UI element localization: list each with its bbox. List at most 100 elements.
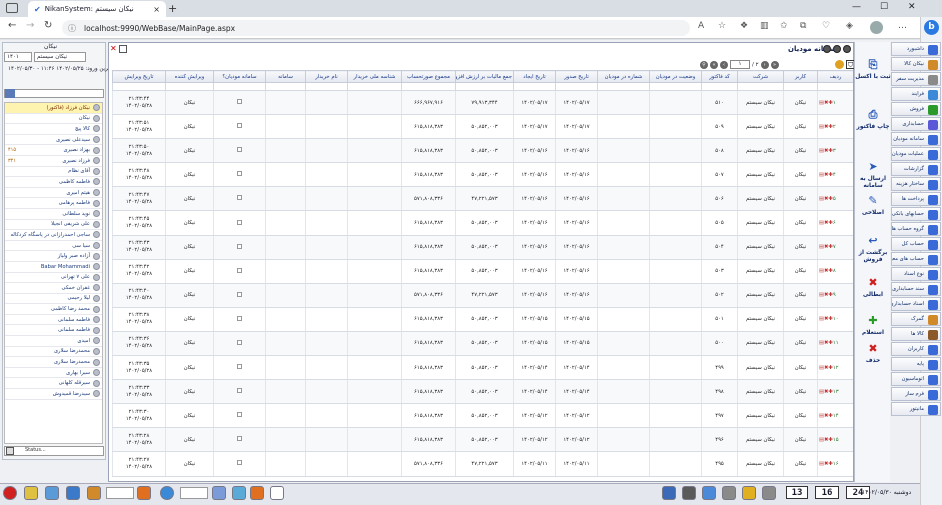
row-actions-icon[interactable]: ✚✖▤	[819, 220, 833, 226]
table-row[interactable]: ۱۲✚✖▤ نیکان نیکان سیستم ۴۹۹ ۱۴۰۲/۰۵/۱۴ ۱۴۰۲/۰…	[112, 355, 853, 381]
user-list-item[interactable]: نوید سلطانی	[5, 209, 102, 220]
row-actions-icon[interactable]: ✚✖▤	[819, 100, 833, 106]
close-grid-icon[interactable]: ✕	[110, 45, 118, 53]
user-list-item[interactable]: نیکان	[5, 114, 102, 125]
row-actions-icon[interactable]: ✚✖▤	[819, 148, 833, 154]
table-row[interactable]: ۲✚✖▤ نیکان نیکان سیستم ۵۰۹ ۱۴۰۲/۰۵/۱۷ ۱۴۰۲/۰۵…	[112, 114, 853, 140]
sent-checkbox[interactable]	[237, 171, 242, 177]
edit-button[interactable]: ✎ اصلاحی	[855, 194, 891, 217]
edit-tool-icon[interactable]	[45, 486, 59, 500]
user-list-item[interactable]: سیدعلی نصیری	[5, 135, 102, 146]
table-row[interactable]: ۱۱✚✖▤ نیکان نیکان سیستم ۵۰۰ ۱۴۰۲/۰۵/۱۵ ۱۴۰۲/۰…	[112, 331, 853, 357]
row-actions-icon[interactable]: ✚✖▤	[819, 389, 833, 395]
bing-icon[interactable]: b	[924, 20, 939, 35]
sent-checkbox[interactable]	[237, 291, 242, 297]
minimize-panel-icon[interactable]	[823, 45, 831, 53]
menu-item[interactable]: گروه حساب ها	[891, 222, 941, 236]
user-list-item[interactable]: ۴۱۵ بهزاد نصیری	[5, 145, 102, 156]
table-row[interactable]: ۱۳✚✖▤ نیکان نیکان سیستم ۴۹۸ ۱۴۰۲/۰۵/۱۴ ۱۴۰۲/۰…	[112, 379, 853, 405]
package-icon[interactable]	[87, 486, 101, 500]
table-row[interactable]: ۱۴✚✖▤ نیکان نیکان سیستم ۴۹۷ ۱۴۰۲/۰۵/۱۲ ۱۴۰۲/۰…	[112, 403, 853, 429]
column-header[interactable]: ردیف	[817, 70, 853, 83]
row-actions-icon[interactable]: ✚✖▤	[819, 292, 833, 298]
back-icon[interactable]: ←	[8, 20, 16, 31]
monitor-icon[interactable]	[662, 486, 676, 500]
user-list-item[interactable]: محمدرضا سلاری	[5, 357, 102, 368]
more-menu-icon[interactable]: …	[898, 21, 907, 31]
row-actions-icon[interactable]: ✚✖▤	[819, 196, 833, 202]
table-row[interactable]: ۹✚✖▤ نیکان نیکان سیستم ۵۰۲ ۱۴۰۲/۰۵/۱۶ ۱۴۰۲/۰۵…	[112, 283, 853, 308]
shop-icon[interactable]	[137, 486, 151, 500]
menu-item[interactable]: پایه	[891, 357, 941, 371]
sent-checkbox[interactable]	[237, 412, 242, 418]
reload-icon[interactable]: ↻	[44, 20, 52, 31]
menu-item[interactable]: مانیتور	[891, 402, 941, 416]
sent-checkbox[interactable]	[237, 436, 242, 442]
read-aloud-icon[interactable]: A	[698, 21, 704, 31]
menu-item[interactable]: گمرک	[891, 312, 941, 326]
row-actions-icon[interactable]: ✚✖▤	[819, 365, 833, 371]
user-list-item[interactable]: فاطمه پرهامی	[5, 198, 102, 209]
table-row[interactable]: ۴✚✖▤ نیکان نیکان سیستم ۵۰۷ ۱۴۰۲/۰۵/۱۶ ۱۴۰۲/۰۵…	[112, 162, 853, 188]
user-list-item[interactable]: فاطمه کاظمی	[5, 177, 102, 188]
user-list-item[interactable]: فاطمه سلمانی	[5, 325, 102, 337]
column-header[interactable]: شرکت	[737, 70, 784, 83]
next-page-icon[interactable]: ›	[760, 60, 769, 69]
user-list-item[interactable]: فاطمه سلمانی	[5, 315, 102, 326]
image-icon[interactable]	[212, 486, 226, 500]
last-page-icon[interactable]: »	[770, 60, 779, 69]
counter-13[interactable]: 13	[786, 486, 808, 499]
user-list-item[interactable]: کالا پیچ	[5, 124, 102, 135]
user-list-item[interactable]: علی شریفی انجیلا	[5, 220, 102, 231]
user-list-item[interactable]: محمد رضا کاظمی	[5, 304, 102, 315]
column-header[interactable]: شناسه ملی خریدار	[347, 70, 402, 83]
sent-checkbox[interactable]	[237, 243, 242, 249]
delete-button[interactable]: ✖ حذف	[855, 342, 891, 365]
browser-tab[interactable]: ✔ NikanSystem: نیکان سیستم ×	[28, 1, 166, 17]
column-filter-input[interactable]	[401, 82, 456, 91]
record-icon[interactable]	[3, 486, 17, 500]
user-search-input[interactable]	[4, 89, 104, 98]
user-list-item[interactable]: سیا سی	[5, 241, 102, 252]
sent-checkbox[interactable]	[237, 267, 242, 273]
menu-item[interactable]: حسابداری	[891, 117, 941, 131]
column-filter-input[interactable]	[213, 82, 266, 91]
refresh-grid-icon[interactable]	[835, 60, 844, 69]
collections-icon[interactable]: ⧉	[800, 21, 806, 31]
menu-item[interactable]: فروش	[891, 102, 941, 116]
column-filter-input[interactable]	[305, 82, 348, 91]
row-actions-icon[interactable]: ✚✖▤	[819, 340, 833, 346]
column-filter-input[interactable]	[513, 82, 556, 91]
settings-icon[interactable]	[762, 486, 776, 500]
menu-item[interactable]: نوع اسناد	[891, 267, 941, 281]
column-header[interactable]: وضعیت در مودیان	[649, 70, 702, 83]
sent-checkbox[interactable]	[237, 388, 242, 394]
site-info-icon[interactable]: ⓘ	[68, 23, 76, 34]
table-row[interactable]: ۷✚✖▤ نیکان نیکان سیستم ۵۰۴ ۱۴۰۲/۰۵/۱۶ ۱۴۰۲/۰۵…	[112, 235, 853, 260]
row-actions-icon[interactable]: ✚✖▤	[819, 172, 833, 178]
minimize-icon[interactable]: —	[852, 2, 861, 12]
table-row[interactable]: ۱✚✖▤ نیکان نیکان سیستم ۵۱۰ ۱۴۰۲/۰۵/۱۷ ۱۴۰۲/۰۵…	[112, 90, 853, 116]
list-icon[interactable]	[702, 486, 716, 500]
menu-item[interactable]: حساب های معین	[891, 252, 941, 266]
quick-input-2[interactable]	[180, 487, 208, 499]
user-list-item[interactable]: سیرقله کلهانی	[5, 378, 102, 390]
store-icon[interactable]	[250, 486, 264, 500]
column-header[interactable]: تاریخ صدور	[555, 70, 598, 83]
menu-item[interactable]: گزارشات	[891, 162, 941, 176]
column-filter-input[interactable]	[112, 82, 166, 91]
excel-button[interactable]: ⎘ ثبت با اکسل	[855, 58, 891, 81]
sent-checkbox[interactable]	[237, 219, 242, 225]
column-filter-input[interactable]	[265, 82, 306, 91]
table-row[interactable]: ۶✚✖▤ نیکان نیکان سیستم ۵۰۵ ۱۴۰۲/۰۵/۱۶ ۱۴۰۲/۰۵…	[112, 210, 853, 236]
row-actions-icon[interactable]: ✚✖▤	[819, 437, 833, 443]
user-list-item[interactable]: نیکان فرزاد (فاکتور)	[5, 103, 102, 114]
notes-icon[interactable]	[24, 486, 38, 500]
column-header[interactable]: نام خریدار	[305, 70, 348, 83]
user-list-item[interactable]: آقای نظام	[5, 167, 102, 178]
maximize-icon[interactable]: ☐	[880, 2, 888, 12]
column-filter-input[interactable]	[817, 82, 853, 91]
company-select[interactable]: نیکان سیستم	[34, 52, 86, 62]
menu-item[interactable]: فرم ساز	[891, 387, 941, 401]
new-tab-icon[interactable]: +	[168, 2, 177, 15]
